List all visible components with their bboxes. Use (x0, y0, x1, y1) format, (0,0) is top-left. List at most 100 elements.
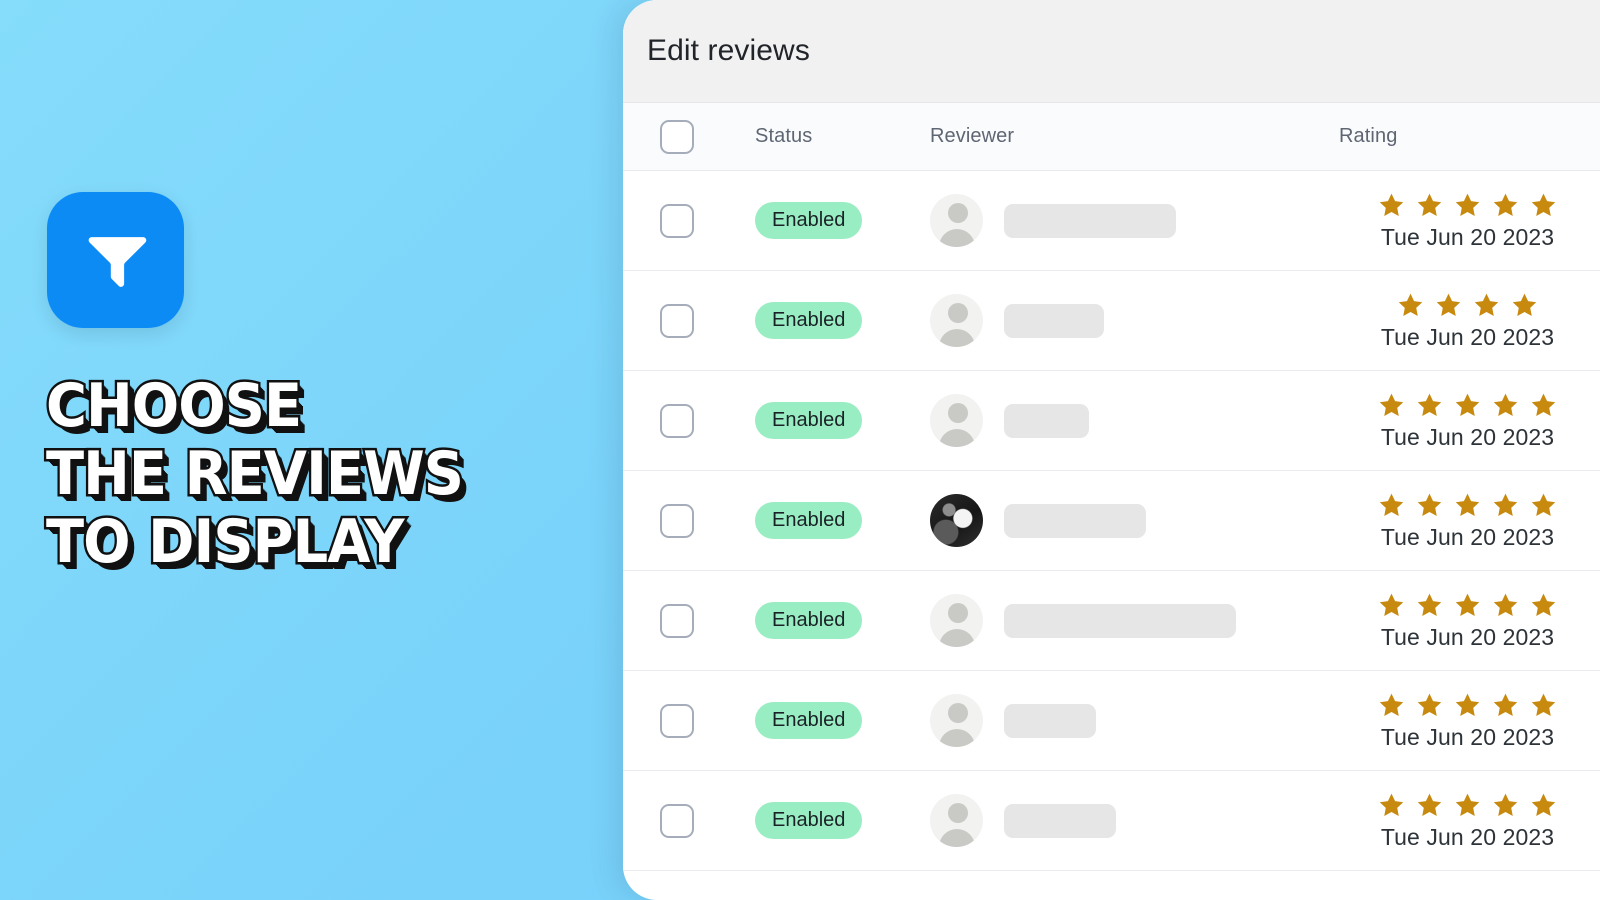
placeholder-avatar (930, 294, 983, 347)
rating-cell: Tue Jun 20 2023 (1335, 591, 1600, 651)
reviewer-cell (930, 494, 1335, 547)
avatar-head-shape (947, 403, 968, 423)
rating-cell: Tue Jun 20 2023 (1335, 391, 1600, 451)
rating-cell: Tue Jun 20 2023 (1335, 791, 1600, 851)
reviewer-cell (930, 594, 1335, 647)
reviewer-cell (930, 394, 1335, 447)
row-select-cell (660, 703, 755, 738)
column-header-status-label: Status (755, 125, 813, 147)
reviewer-cell (930, 794, 1335, 847)
reviewer-name-placeholder (1004, 203, 1176, 238)
star-rating (1377, 691, 1558, 721)
table-row[interactable]: Enabled Tue Jun 20 2023 (623, 571, 1600, 671)
status-badge[interactable]: Enabled (755, 602, 863, 639)
column-header-rating-label: Rating (1339, 125, 1398, 147)
review-date: Tue Jun 20 2023 (1380, 823, 1555, 850)
row-checkbox[interactable] (660, 403, 694, 438)
status-cell: Enabled (755, 602, 930, 639)
avatar-head-shape (947, 703, 968, 723)
review-date: Tue Jun 20 2023 (1380, 223, 1555, 250)
star-rating (1377, 391, 1558, 421)
status-cell: Enabled (755, 802, 930, 839)
column-header-rating[interactable]: Rating (1335, 125, 1600, 148)
row-checkbox[interactable] (660, 803, 694, 838)
reviews-table: Status Reviewer Rating Enabled Tue Jun 20… (623, 103, 1600, 871)
edit-reviews-card: Edit reviews Status Reviewer Rating Enab… (623, 0, 1600, 900)
status-cell: Enabled (755, 702, 930, 739)
column-header-reviewer[interactable]: Reviewer (930, 125, 1335, 148)
rating-cell: Tue Jun 20 2023 (1335, 191, 1600, 251)
reviewer-name-placeholder (1004, 703, 1096, 738)
avatar-body-shape (938, 729, 975, 747)
avatar-head-shape (947, 303, 968, 323)
star-rating (1377, 591, 1558, 621)
reviewer-name-placeholder (1004, 803, 1116, 838)
avatar-body-shape (938, 629, 975, 647)
table-row[interactable]: Enabled Tue Jun 20 2023 (623, 271, 1600, 371)
review-date: Tue Jun 20 2023 (1380, 623, 1555, 650)
avatar-body-shape (938, 429, 975, 447)
table-row[interactable]: Enabled Tue Jun 20 2023 (623, 471, 1600, 571)
row-checkbox[interactable] (660, 503, 694, 538)
star-rating (1377, 491, 1558, 521)
review-date: Tue Jun 20 2023 (1380, 423, 1555, 450)
page-title: Edit reviews (647, 34, 810, 67)
select-all-cell (660, 119, 755, 154)
row-checkbox[interactable] (660, 603, 694, 638)
filter-funnel-icon (47, 192, 184, 328)
table-header-row: Status Reviewer Rating (623, 103, 1600, 171)
review-date: Tue Jun 20 2023 (1380, 723, 1555, 750)
row-select-cell (660, 603, 755, 638)
reviewer-cell (930, 194, 1335, 247)
placeholder-avatar (930, 394, 983, 447)
row-select-cell (660, 403, 755, 438)
table-row[interactable]: Enabled Tue Jun 20 2023 (623, 771, 1600, 871)
status-badge[interactable]: Enabled (755, 502, 863, 539)
reviewer-cell (930, 294, 1335, 347)
promo-headline: CHOOSE THE REVIEWS TO DISPLAY (44, 370, 467, 579)
placeholder-avatar (930, 194, 983, 247)
avatar-head-shape (947, 603, 968, 623)
column-header-status[interactable]: Status (755, 125, 930, 148)
status-badge[interactable]: Enabled (755, 802, 863, 839)
avatar-head-shape (947, 203, 968, 223)
status-cell: Enabled (755, 302, 930, 339)
reviewer-name-placeholder (1004, 403, 1089, 438)
row-select-cell (660, 303, 755, 338)
rating-cell: Tue Jun 20 2023 (1335, 491, 1600, 551)
avatar-body-shape (938, 829, 975, 847)
review-date: Tue Jun 20 2023 (1380, 523, 1555, 550)
placeholder-avatar (930, 694, 983, 747)
status-badge[interactable]: Enabled (755, 702, 863, 739)
reviewer-name-placeholder (1004, 603, 1236, 638)
status-badge[interactable]: Enabled (755, 202, 863, 239)
row-select-cell (660, 503, 755, 538)
star-rating (1396, 291, 1539, 321)
rating-cell: Tue Jun 20 2023 (1335, 691, 1600, 751)
row-checkbox[interactable] (660, 703, 694, 738)
row-select-cell (660, 803, 755, 838)
status-cell: Enabled (755, 502, 930, 539)
photo-avatar (930, 494, 983, 547)
select-all-checkbox[interactable] (660, 119, 694, 154)
table-row[interactable]: Enabled Tue Jun 20 2023 (623, 671, 1600, 771)
promo-panel: CHOOSE THE REVIEWS TO DISPLAY (0, 0, 625, 900)
table-body: Enabled Tue Jun 20 2023 Enabled Tue Jun 20 … (623, 171, 1600, 871)
row-checkbox[interactable] (660, 203, 694, 238)
row-select-cell (660, 203, 755, 238)
status-badge[interactable]: Enabled (755, 302, 863, 339)
table-row[interactable]: Enabled Tue Jun 20 2023 (623, 171, 1600, 271)
status-cell: Enabled (755, 402, 930, 439)
avatar-body-shape (938, 329, 975, 347)
rating-cell: Tue Jun 20 2023 (1335, 291, 1600, 351)
avatar-head-shape (947, 803, 968, 823)
table-row[interactable]: Enabled Tue Jun 20 2023 (623, 371, 1600, 471)
status-badge[interactable]: Enabled (755, 402, 863, 439)
reviewer-name-placeholder (1004, 503, 1146, 538)
avatar-body-shape (938, 229, 975, 247)
reviewer-name-placeholder (1004, 303, 1104, 338)
row-checkbox[interactable] (660, 303, 694, 338)
column-header-reviewer-label: Reviewer (930, 125, 1015, 147)
placeholder-avatar (930, 794, 983, 847)
reviewer-cell (930, 694, 1335, 747)
